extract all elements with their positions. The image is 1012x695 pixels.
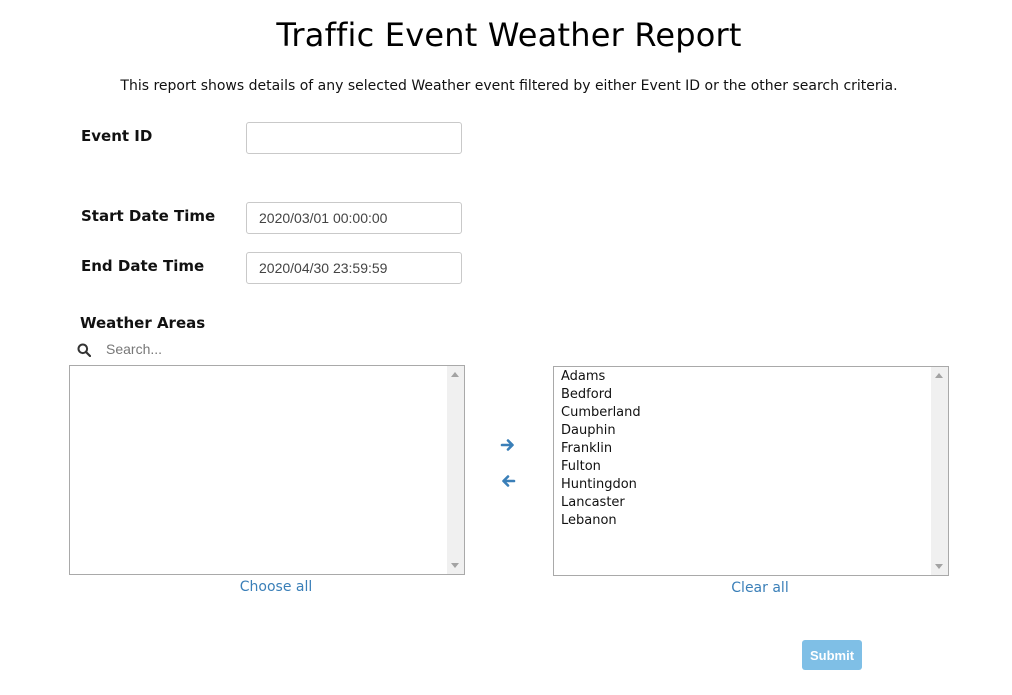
event-id-label: Event ID: [81, 127, 153, 145]
scroll-down-icon[interactable]: [935, 564, 943, 569]
scroll-down-icon[interactable]: [451, 563, 459, 568]
arrow-right-icon[interactable]: [500, 437, 516, 453]
selected-areas-scrollbar[interactable]: [931, 367, 948, 575]
list-item[interactable]: Lancaster: [561, 494, 931, 512]
page-title: Traffic Event Weather Report: [276, 16, 742, 54]
list-item[interactable]: Bedford: [561, 386, 931, 404]
selected-areas-list: Adams Bedford Cumberland Dauphin Franklin Ful…: [554, 367, 931, 575]
list-item[interactable]: Lebanon: [561, 512, 931, 530]
submit-button[interactable]: Submit: [802, 640, 862, 670]
arrow-left-icon[interactable]: [500, 473, 516, 489]
list-item[interactable]: Franklin: [561, 440, 931, 458]
weather-areas-label: Weather Areas: [80, 314, 206, 332]
list-item[interactable]: Cumberland: [561, 404, 931, 422]
list-item[interactable]: Fulton: [561, 458, 931, 476]
scroll-up-icon[interactable]: [935, 373, 943, 378]
report-page: Traffic Event Weather Report This report…: [0, 0, 1012, 695]
available-areas-listbox[interactable]: [69, 365, 465, 575]
end-date-time-label: End Date Time: [81, 257, 205, 275]
weather-areas-search-input[interactable]: [100, 338, 332, 360]
list-item[interactable]: Dauphin: [561, 422, 931, 440]
scroll-up-icon[interactable]: [451, 372, 459, 377]
start-date-time-label: Start Date Time: [81, 207, 216, 225]
start-date-time-input[interactable]: [246, 202, 462, 234]
list-item[interactable]: Huntingdon: [561, 476, 931, 494]
available-areas-list: [70, 366, 447, 574]
list-item[interactable]: Adams: [561, 368, 931, 386]
selected-areas-listbox[interactable]: Adams Bedford Cumberland Dauphin Franklin Ful…: [553, 366, 949, 576]
clear-all-link[interactable]: Clear all: [553, 580, 967, 596]
search-icon: [77, 343, 91, 357]
available-areas-scrollbar[interactable]: [447, 366, 464, 574]
choose-all-link[interactable]: Choose all: [69, 579, 483, 595]
end-date-time-input[interactable]: [246, 252, 462, 284]
event-id-input[interactable]: [246, 122, 462, 154]
page-description: This report shows details of any selecte…: [120, 78, 898, 94]
